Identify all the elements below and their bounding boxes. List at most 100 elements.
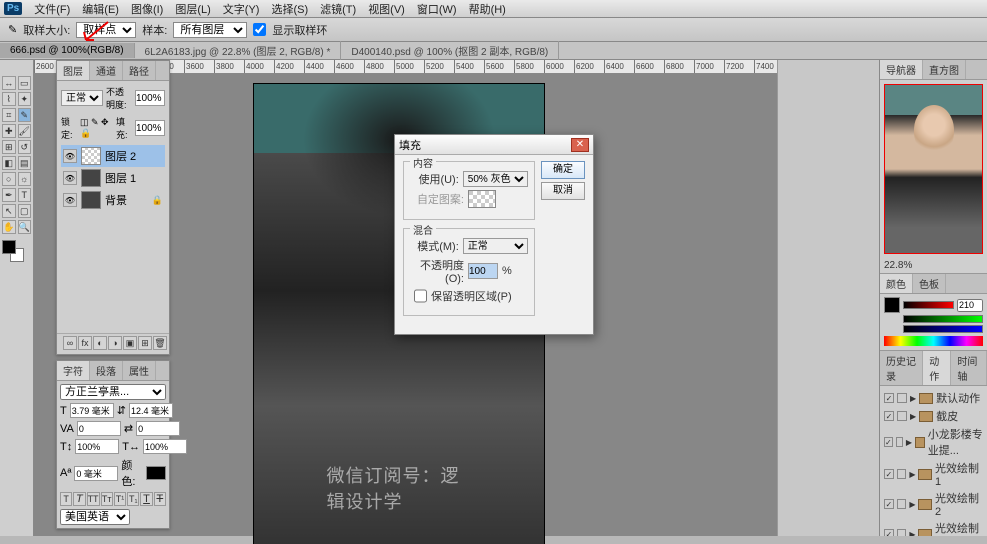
sub-icon[interactable]: T₁ [127,492,139,506]
r-slider[interactable] [903,301,954,309]
layer-row[interactable]: 👁 图层 2 [61,145,165,167]
visibility-icon[interactable]: 👁 [63,171,77,185]
timeline-tab[interactable]: 时间轴 [951,351,987,385]
doc-tab-3[interactable]: D400140.psd @ 100% (抠图 2 副本, RGB/8) [341,41,559,60]
dialog-toggle-icon[interactable] [897,499,907,509]
kerning-input[interactable] [77,421,121,436]
heal-tool[interactable]: ✚ [2,124,16,138]
check-icon[interactable]: ✓ [884,529,894,536]
navigator-preview[interactable] [884,84,983,254]
underline-icon[interactable]: T [140,492,152,506]
dodge-tool[interactable]: ☼ [18,172,32,186]
expand-icon[interactable]: ▶ [910,412,916,421]
smallcaps-icon[interactable]: Tᴛ [101,492,113,506]
italic-icon[interactable]: T [73,492,85,506]
menu-image[interactable]: 图像(I) [125,1,169,17]
super-icon[interactable]: T¹ [114,492,126,506]
swatches-tab[interactable]: 色板 [913,274,946,293]
action-row[interactable]: ✓▶默认动作 [884,389,983,407]
bold-icon[interactable]: T [60,492,72,506]
action-row[interactable]: ✓▶光效绘制2 [884,489,983,519]
baseline-input[interactable] [74,466,118,481]
trash-icon[interactable]: 🗑 [153,336,167,350]
check-icon[interactable]: ✓ [884,499,894,509]
fx-icon[interactable]: fx [78,336,92,350]
pen-tool[interactable]: ✒ [2,188,16,202]
menu-text[interactable]: 文字(Y) [217,1,266,17]
check-icon[interactable]: ✓ [884,411,894,421]
path-tool[interactable]: ↖ [2,204,16,218]
hscale-input[interactable] [143,439,187,454]
expand-icon[interactable]: ▶ [910,394,916,403]
tracking-input[interactable] [136,421,180,436]
histogram-tab[interactable]: 直方图 [923,60,966,79]
para-tab[interactable]: 段落 [90,361,123,380]
lasso-tool[interactable]: ⌇ [2,92,16,106]
preserve-checkbox[interactable] [414,288,427,304]
wand-tool[interactable]: ✦ [18,92,32,106]
check-icon[interactable]: ✓ [884,437,893,447]
paths-tab[interactable]: 路径 [123,61,156,80]
layers-tab[interactable]: 图层 [57,61,90,80]
menu-edit[interactable]: 编辑(E) [76,1,125,17]
leading-input[interactable] [129,403,173,418]
menu-window[interactable]: 窗口(W) [411,1,463,17]
action-row[interactable]: ✓▶光效绘制3 [884,519,983,536]
dialog-toggle-icon[interactable] [897,411,907,421]
ok-button[interactable]: 确定 [541,161,585,179]
visibility-icon[interactable]: 👁 [63,149,77,163]
menu-view[interactable]: 视图(V) [362,1,411,17]
sample-select[interactable]: 所有图层 [173,22,247,38]
check-icon[interactable]: ✓ [884,393,894,403]
action-row[interactable]: ✓▶光效绘制1 [884,459,983,489]
adjustment-icon[interactable]: ◑ [108,336,122,350]
color-swatches[interactable] [2,240,31,264]
close-icon[interactable]: ✕ [571,138,589,152]
brush-tool[interactable]: 🖌 [18,124,32,138]
menu-select[interactable]: 选择(S) [265,1,314,17]
menu-help[interactable]: 帮助(H) [463,1,512,17]
move-tool[interactable]: ↔ [2,76,16,90]
char-tab[interactable]: 字符 [57,361,90,380]
channels-tab[interactable]: 通道 [90,61,123,80]
visibility-icon[interactable]: 👁 [63,193,77,207]
font-select[interactable]: 方正兰亭黑... [60,384,166,400]
expand-icon[interactable]: ▶ [909,530,915,537]
expand-icon[interactable]: ▶ [906,438,912,447]
doc-tab-2[interactable]: 6L2A6183.jpg @ 22.8% (图层 2, RGB/8) * [135,41,342,60]
color-tab[interactable]: 颜色 [880,274,913,293]
dialog-toggle-icon[interactable] [897,529,907,536]
dlg-opacity-input[interactable] [468,263,498,279]
gradient-tool[interactable]: ▤ [18,156,32,170]
fg-color-icon[interactable] [2,240,16,254]
expand-icon[interactable]: ▶ [909,500,915,509]
hand-tool[interactable]: ✋ [2,220,16,234]
g-slider[interactable] [903,315,983,323]
menu-filter[interactable]: 滤镜(T) [314,1,362,17]
eraser-tool[interactable]: ◧ [2,156,16,170]
fg-swatch-icon[interactable] [884,297,900,313]
new-layer-icon[interactable]: ⊞ [138,336,152,350]
props-tab[interactable]: 属性 [123,361,156,380]
strike-icon[interactable]: T [154,492,166,506]
zoom-tool[interactable]: 🔍 [18,220,32,234]
dialog-toggle-icon[interactable] [897,393,907,403]
stamp-tool[interactable]: ⊞ [2,140,16,154]
history-brush-tool[interactable]: ↺ [18,140,32,154]
history-tab[interactable]: 历史记录 [880,351,923,385]
dialog-toggle-icon[interactable] [897,469,907,479]
action-row[interactable]: ✓▶截皮 [884,407,983,425]
lang-select[interactable]: 美国英语 [60,509,130,525]
check-icon[interactable]: ✓ [884,469,894,479]
crop-tool[interactable]: ⌗ [2,108,16,122]
show-ring-checkbox[interactable] [253,23,266,36]
b-slider[interactable] [903,325,983,333]
marquee-tool[interactable]: ▭ [18,76,32,90]
expand-icon[interactable]: ▶ [909,470,915,479]
navigator-tab[interactable]: 导航器 [880,60,923,79]
group-icon[interactable]: ▣ [123,336,137,350]
dialog-toggle-icon[interactable] [896,437,903,447]
fill-input[interactable] [135,120,165,136]
lock-icons[interactable]: ◫ ✎ ✥ 🔒 [80,117,113,139]
layer-row[interactable]: 👁 图层 1 [61,167,165,189]
